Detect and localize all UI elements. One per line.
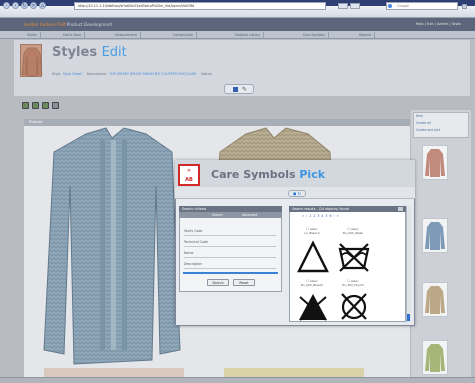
app-title-module: Product Development — [66, 22, 113, 27]
tab-advanced[interactable]: Advanced — [242, 213, 257, 217]
search-criteria-panel — [179, 206, 282, 292]
status-label: Status — [200, 72, 212, 76]
dialog-title-mode: Pick — [299, 168, 326, 181]
field-name[interactable] — [184, 257, 276, 258]
menu-item-fabric[interactable]: Fabric Spec — [60, 32, 86, 38]
menu-item-construction[interactable]: Construction — [170, 32, 198, 38]
results-scrollbar[interactable] — [406, 206, 411, 322]
result-caption: ☐ selec Do_Not_Drycln — [336, 279, 370, 287]
sidebar-link-create-pick[interactable]: Create and pick — [416, 128, 440, 132]
result-code: Do_Not_Wash — [342, 230, 364, 235]
print-icon[interactable] — [42, 102, 49, 109]
pencil-icon[interactable]: ✎ — [242, 86, 247, 93]
dialog-title-text: Care Symbols — [211, 168, 296, 181]
search-go-icon[interactable] — [462, 4, 467, 9]
browser-status-bar — [0, 377, 475, 383]
results-close-icon[interactable] — [398, 207, 403, 211]
field-description[interactable] — [184, 268, 276, 269]
tab-search[interactable]: Search — [212, 213, 223, 217]
copy-icon[interactable] — [32, 102, 39, 109]
new-icon[interactable] — [22, 102, 29, 109]
page-title-mode: Edit — [101, 45, 127, 60]
search-button[interactable]: Search — [207, 279, 229, 286]
reset-button[interactable]: Reset — [233, 279, 255, 286]
app-title-brand: Gerber Fashion PLM — [24, 22, 66, 27]
results-pager[interactable]: « ‹ 1 2 3 4 5 6 › » — [302, 214, 339, 218]
search-criteria-tabs — [179, 212, 282, 218]
style-label: Style — [52, 72, 61, 76]
do-not-bleach-triangle-icon[interactable] — [296, 240, 330, 274]
delete-icon[interactable] — [52, 102, 59, 109]
sidebar-thumbnail[interactable] — [422, 282, 448, 317]
results-scrollbar-thumb[interactable] — [407, 314, 410, 321]
menu-item-material[interactable]: Material Library — [232, 32, 265, 38]
result-caption: ☐ selec Do_Not_Wash — [336, 227, 370, 235]
page-title: Styles Edit — [52, 45, 127, 60]
style-info-row: Style Style Detail Description: TOP JERS… — [52, 72, 212, 76]
sidebar-thumbnail[interactable] — [422, 218, 448, 253]
result-caption: ☐ selec no_Bleach — [295, 227, 329, 235]
sidebar-thumbnail[interactable] — [422, 145, 448, 180]
back-icon[interactable]: ‹ — [3, 2, 10, 9]
criteria-divider — [183, 272, 278, 274]
sidebar-link-create-all[interactable]: Create all — [416, 121, 431, 125]
search-engine-icon — [388, 4, 392, 8]
browser-search-input[interactable]: Google — [386, 2, 458, 10]
field-label-study-code: Study Code — [184, 229, 203, 233]
do-not-dryclean-icon[interactable] — [337, 291, 371, 321]
field-technical-code[interactable] — [184, 246, 276, 247]
result-code: Do_Not_Bleach — [300, 282, 324, 287]
top-links[interactable]: Help | Exit | Admin | Tasks — [416, 22, 461, 26]
description-value: TOP JERSEY JERSEY MANCHES COURTES ENCOLU… — [109, 72, 197, 76]
sidebar-thumbnail[interactable] — [422, 340, 448, 375]
style-value[interactable]: Style Detail — [63, 72, 83, 76]
result-caption: ☐ selec Do_Not_Bleach — [295, 279, 329, 287]
sweater-image-blue — [43, 127, 181, 365]
do-not-bleach-filled-icon[interactable] — [296, 291, 330, 321]
logo-text: AB — [185, 177, 193, 183]
header-action-group: ✎ — [224, 84, 254, 94]
search-results-title: Search results - (24 objects) found — [289, 206, 406, 212]
bookmark-icon[interactable] — [338, 3, 348, 9]
dialog-title: Care Symbols Pick — [211, 168, 325, 181]
dialog-action-buttons[interactable]: ◼ ↻ — [288, 190, 306, 197]
reload-icon[interactable]: ↻ — [21, 2, 28, 9]
style-thumbnail[interactable] — [20, 44, 43, 77]
field-label-technical-code: Technical Code — [184, 240, 208, 244]
app-title: Gerber Fashion PLM Product Development — [24, 22, 112, 27]
save-icon[interactable] — [233, 87, 238, 92]
care-symbols-logo: ✕ AB — [178, 164, 200, 186]
sidebar-link-new[interactable]: New — [416, 114, 423, 118]
field-label-description: Description — [184, 262, 203, 266]
field-label-name: Name — [184, 251, 194, 255]
result-code: no_Bleach — [304, 230, 320, 235]
pictures-title-bar: Pictures — [24, 119, 410, 126]
dropdown-icon[interactable] — [350, 3, 360, 9]
result-code: Do_Not_Drycln — [341, 282, 365, 287]
home-icon[interactable]: ⌂ — [39, 2, 46, 9]
menu-item-measurement[interactable]: Measurement — [112, 32, 141, 38]
menu-item-styles[interactable]: Styles — [24, 32, 41, 38]
menu-item-care[interactable]: Care Symbols — [300, 32, 329, 38]
do-not-wash-tub-icon[interactable] — [337, 240, 371, 274]
description-label: Description: — [86, 72, 108, 76]
page-title-text: Styles — [52, 45, 98, 60]
menu-item-reports[interactable]: Reports — [356, 32, 376, 38]
field-study-code[interactable] — [184, 235, 276, 236]
url-input[interactable]: http://10.11.1.10/dbExpl/sFxdDIn01ed?sdu… — [74, 2, 326, 10]
forward-icon[interactable]: › — [12, 2, 19, 9]
stop-icon[interactable]: × — [30, 2, 37, 9]
